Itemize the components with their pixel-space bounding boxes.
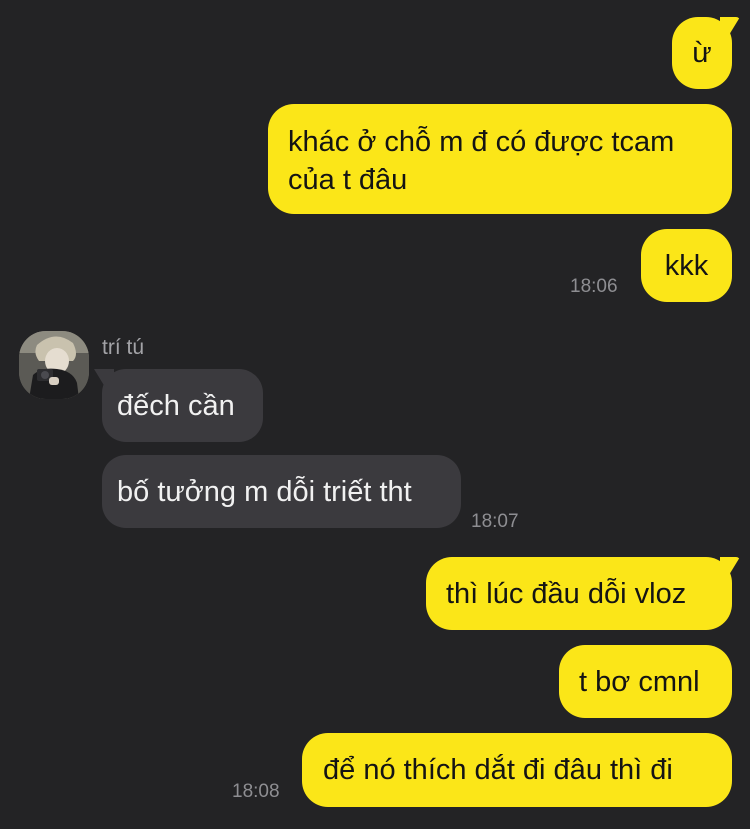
chat-view[interactable]: ừ khác ở chỗ m đ có được tcam của t đâu …	[0, 0, 750, 829]
message-timestamp: 18:07	[471, 511, 519, 532]
incoming-message[interactable]: đếch cần	[102, 369, 263, 442]
message-text: để nó thích dắt đi đâu thì đi	[323, 754, 673, 786]
outgoing-message[interactable]: ừ	[672, 17, 732, 89]
message-text: đếch cần	[117, 390, 235, 422]
outgoing-message[interactable]: khác ở chỗ m đ có được tcam của t đâu	[268, 104, 732, 214]
contact-name: trí tú	[102, 336, 145, 359]
message-text: ừ	[692, 37, 712, 69]
outgoing-message[interactable]: t bơ cmnl	[559, 645, 732, 718]
contact-avatar[interactable]	[19, 331, 89, 399]
message-timestamp: 18:06	[570, 276, 618, 297]
person-holding-camera-icon	[19, 331, 89, 399]
message-text: thì lúc đầu dỗi vloz	[446, 578, 687, 610]
message-text: khác ở chỗ m đ có được tcam của t đâu	[288, 126, 675, 196]
message-text: bố tưởng m dỗi triết tht	[117, 476, 412, 508]
message-timestamp: 18:08	[232, 781, 280, 802]
outgoing-message[interactable]: thì lúc đầu dỗi vloz	[426, 557, 732, 630]
incoming-message[interactable]: bố tưởng m dỗi triết tht	[102, 455, 461, 528]
outgoing-message[interactable]: kkk	[641, 229, 732, 302]
message-text: kkk	[664, 250, 709, 282]
outgoing-message[interactable]: để nó thích dắt đi đâu thì đi	[302, 733, 732, 807]
message-text: t bơ cmnl	[579, 666, 700, 698]
